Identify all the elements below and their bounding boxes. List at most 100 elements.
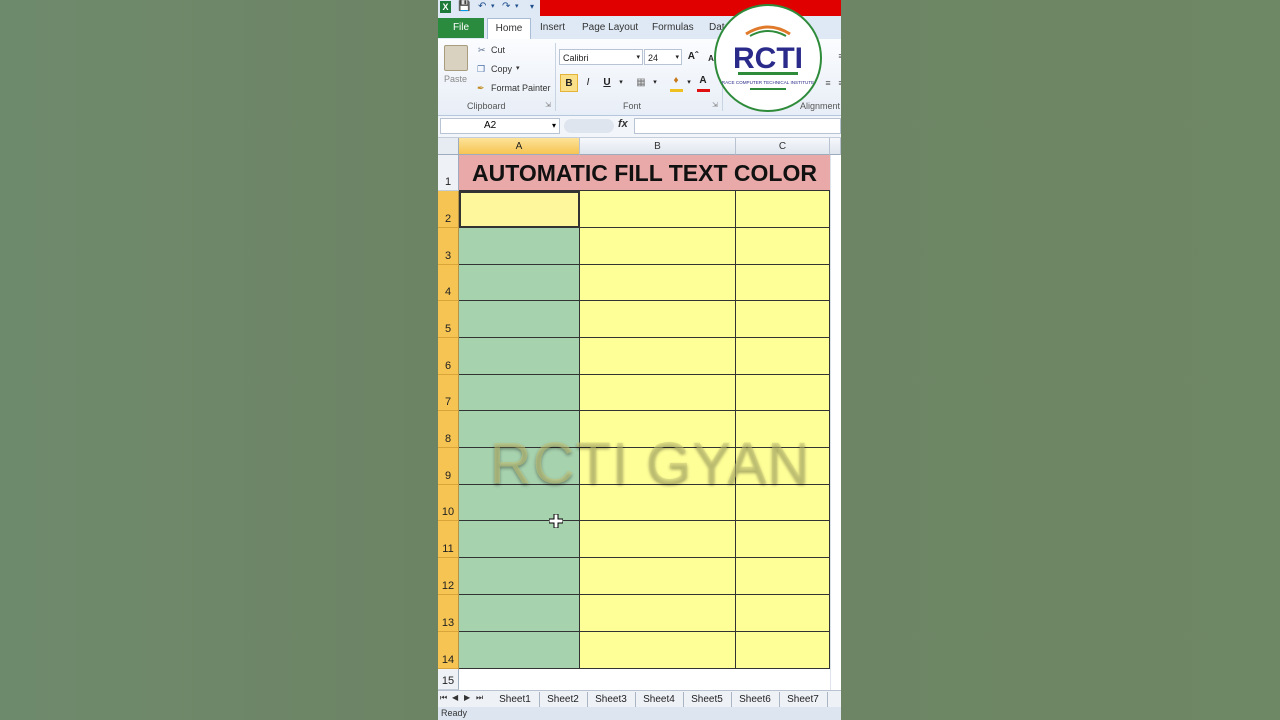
customize-toolbar-icon[interactable]: ▾ (530, 1, 534, 13)
paste-icon[interactable] (444, 45, 468, 71)
next-sheet-icon[interactable]: ▶ (464, 693, 470, 702)
cell-b[interactable] (580, 228, 736, 265)
column-d-cells[interactable] (830, 155, 841, 690)
tab-page-layout[interactable]: Page Layout (582, 18, 638, 38)
wrap-text-icon[interactable]: ≡ (832, 47, 841, 65)
grow-font-icon[interactable]: Aˆ (684, 48, 702, 66)
ribbon-separator (555, 43, 556, 111)
tab-home[interactable]: Home (487, 18, 531, 39)
prev-sheet-icon[interactable]: ◀ (452, 693, 458, 702)
excel-app-icon[interactable]: X (440, 1, 451, 13)
row-header[interactable]: 7 (438, 375, 459, 411)
font-name-select[interactable]: Calibri ▾ (559, 49, 643, 65)
logo-subtitle: RACE COMPUTER TECHNICAL INSTITUTE (722, 80, 814, 85)
borders-dropdown-icon[interactable]: ▾ (646, 74, 664, 92)
sheet-tab-bar: ⏮ ◀ ▶ ⏭ Sheet1 Sheet2 Sheet3 Sheet4 Shee… (438, 690, 841, 708)
copy-button[interactable]: Copy (491, 64, 512, 74)
row-header[interactable]: 4 (438, 265, 459, 301)
underline-dropdown-icon[interactable]: ▾ (612, 74, 630, 92)
undo-icon[interactable]: ↶ (478, 1, 486, 13)
cell-c[interactable] (736, 191, 830, 228)
row-header[interactable]: 6 (438, 338, 459, 375)
cell-b[interactable] (580, 191, 736, 228)
cell-b[interactable] (580, 558, 736, 595)
cell-b[interactable] (580, 338, 736, 375)
cell-b[interactable] (580, 632, 736, 669)
row-header[interactable]: 8 (438, 411, 459, 448)
font-name-value: Calibri (563, 53, 589, 63)
row-header[interactable]: 12 (438, 558, 459, 595)
row-header[interactable]: 3 (438, 228, 459, 265)
cell-a2-selected[interactable] (459, 191, 580, 228)
row-header[interactable]: 14 (438, 632, 459, 669)
tab-file[interactable]: File (438, 18, 484, 38)
row-header[interactable]: 9 (438, 448, 459, 485)
formula-input[interactable] (634, 118, 841, 134)
sheet-tab[interactable]: Sheet3 (587, 692, 636, 707)
tab-insert[interactable]: Insert (540, 18, 565, 38)
cell-c[interactable] (736, 301, 830, 338)
font-color-icon[interactable]: A (694, 72, 712, 90)
column-header-c[interactable]: C (736, 138, 830, 155)
cell-a[interactable] (459, 265, 580, 301)
last-sheet-icon[interactable]: ⏭ (476, 693, 483, 703)
italic-button[interactable]: I (579, 74, 597, 92)
cell-c[interactable] (736, 595, 830, 632)
sheet-tab[interactable]: Sheet2 (539, 692, 588, 707)
cell-b[interactable] (580, 265, 736, 301)
copy-dropdown-icon[interactable]: ▾ (516, 64, 520, 72)
row-header[interactable]: 1 (438, 155, 459, 191)
row-header[interactable]: 11 (438, 521, 459, 558)
cell-a[interactable] (459, 632, 580, 669)
format-painter-button[interactable]: Format Painter (491, 83, 551, 93)
undo-dropdown-icon[interactable]: ▾ (491, 1, 495, 13)
cell-c[interactable] (736, 228, 830, 265)
background-left (0, 0, 438, 720)
paste-button[interactable]: Paste (444, 74, 467, 84)
cell-b[interactable] (580, 595, 736, 632)
formula-bar-handle[interactable] (564, 119, 614, 133)
cell-a[interactable] (459, 228, 580, 265)
font-size-select[interactable]: 24 ▾ (644, 49, 682, 65)
cell-c[interactable] (736, 338, 830, 375)
tab-formulas[interactable]: Formulas (652, 18, 694, 38)
select-all-corner[interactable] (438, 138, 459, 155)
name-box[interactable]: A2 ▾ (440, 118, 560, 134)
save-icon[interactable]: 💾 (458, 1, 470, 13)
cell-a[interactable] (459, 338, 580, 375)
cell-c[interactable] (736, 632, 830, 669)
column-header-a[interactable]: A (459, 138, 580, 155)
cell-c[interactable] (736, 521, 830, 558)
cut-button[interactable]: Cut (491, 45, 505, 55)
merge-icon[interactable]: ≡ (832, 74, 841, 92)
sheet-tab[interactable]: Sheet5 (683, 692, 732, 707)
cell-a[interactable] (459, 595, 580, 632)
bold-button[interactable]: B (560, 74, 578, 92)
sheet-tab[interactable]: Sheet4 (635, 692, 684, 707)
row-header[interactable]: 10 (438, 485, 459, 521)
column-header-d[interactable] (830, 138, 841, 155)
cell-a[interactable] (459, 558, 580, 595)
row-header[interactable]: 5 (438, 301, 459, 338)
cell-b[interactable] (580, 521, 736, 558)
row-header[interactable]: 15 (438, 669, 459, 690)
cell-c[interactable] (736, 375, 830, 411)
cell-b[interactable] (580, 375, 736, 411)
sheet-tab[interactable]: Sheet1 (491, 692, 540, 707)
sheet-tab[interactable]: Sheet6 (731, 692, 780, 707)
row-header[interactable]: 2 (438, 191, 459, 228)
insert-function-button[interactable]: fx (618, 118, 628, 130)
cell-b[interactable] (580, 301, 736, 338)
clipboard-launcher-icon[interactable]: ⇲ (545, 101, 551, 109)
title-cell[interactable]: AUTOMATIC FILL TEXT COLOR (459, 155, 830, 191)
column-header-b[interactable]: B (580, 138, 736, 155)
sheet-tab[interactable]: Sheet7 (779, 692, 828, 707)
row-header[interactable]: 13 (438, 595, 459, 632)
cell-c[interactable] (736, 558, 830, 595)
redo-icon[interactable]: ↷ (502, 1, 510, 13)
cell-c[interactable] (736, 265, 830, 301)
cell-a[interactable] (459, 375, 580, 411)
first-sheet-icon[interactable]: ⏮ (440, 693, 447, 703)
cell-a[interactable] (459, 301, 580, 338)
redo-dropdown-icon[interactable]: ▾ (515, 1, 519, 13)
